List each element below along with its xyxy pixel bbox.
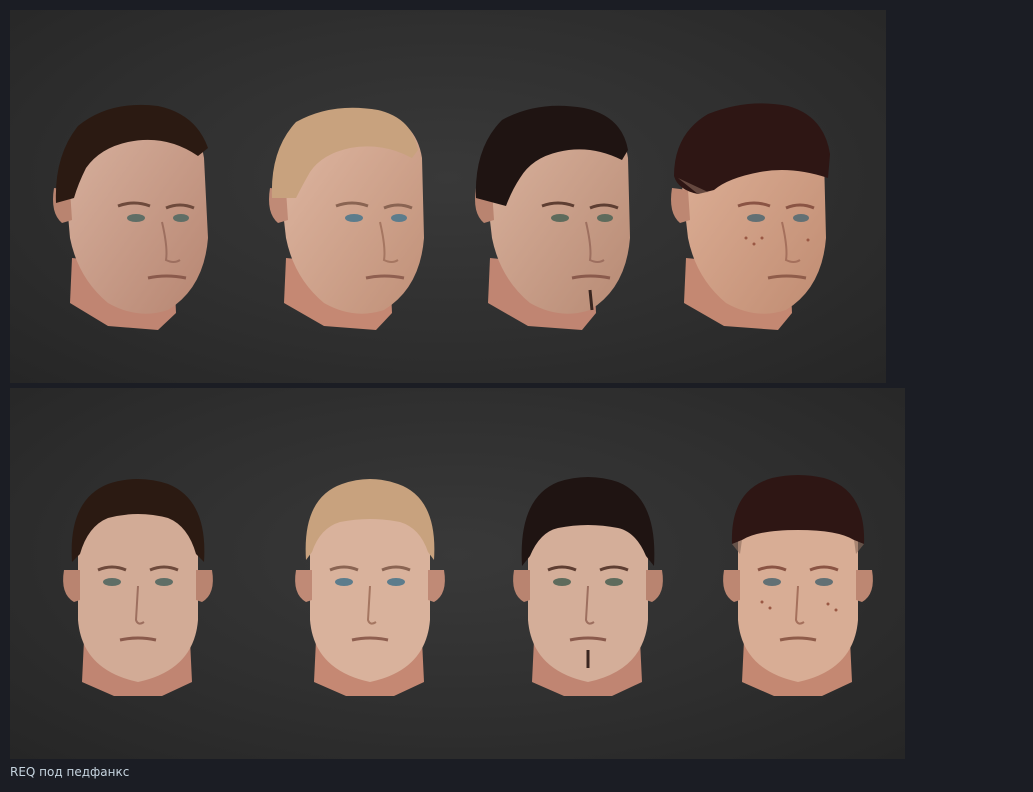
head-model-3-front [513,477,663,696]
heads-front-image[interactable] [10,388,905,759]
head-model-2-front [295,479,445,696]
head-model-2 [269,107,424,330]
head-model-4 [671,103,830,330]
head-model-4-front [723,475,873,696]
heads-three-quarter-image[interactable] [10,10,886,383]
head-model-1-front [63,479,213,696]
head-model-3 [475,105,630,330]
post-page: REQ под педфанкс [0,0,1033,792]
head-model-1 [53,104,208,330]
post-caption: REQ под педфанкс [10,765,130,779]
